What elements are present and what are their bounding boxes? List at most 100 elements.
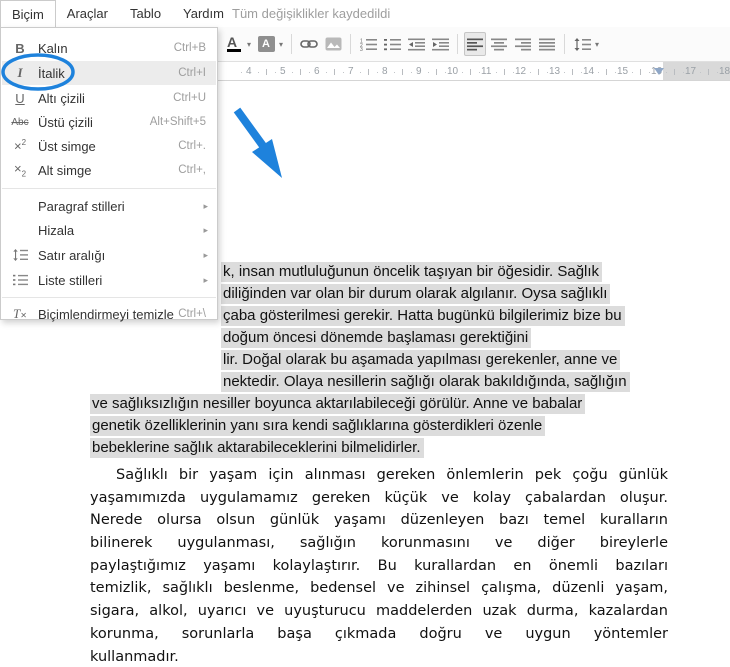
ruler-tick	[563, 72, 565, 73]
ruler-tick	[682, 72, 684, 73]
menu-item-italic[interactable]: I İtalik Ctrl+I	[2, 61, 216, 85]
ruler-tick	[665, 72, 667, 73]
subscript-icon: ×2	[13, 161, 27, 179]
clear-formatting-icon: T✕	[13, 306, 27, 321]
menu-item-strikethrough[interactable]: Abc Üstü çizili Alt+Shift+5	[2, 110, 216, 134]
menu-item-superscript[interactable]: ×2 Üst simge Ctrl+.	[2, 134, 216, 158]
line-spacing-icon	[574, 37, 591, 51]
ruler-tick	[674, 69, 675, 75]
menu-item-paragraph-styles[interactable]: Paragraf stilleri ▸	[2, 194, 216, 218]
ruler-tick	[708, 69, 709, 75]
ruler-tick	[495, 72, 497, 73]
ruler-tick	[504, 69, 505, 75]
doc-line: diliğinden var olan bir durum olarak alg…	[221, 284, 611, 304]
submenu-arrow-icon: ▸	[203, 274, 208, 285]
ruler-number: 8	[382, 66, 388, 77]
ruler-tick	[359, 72, 361, 73]
image-icon	[325, 37, 342, 51]
align-left-button[interactable]	[464, 32, 487, 56]
ruler-tick	[580, 72, 582, 73]
text-color-button[interactable]: A	[223, 32, 245, 56]
menu-item-clear-formatting[interactable]: T✕ Biçimlendirmeyi temizle Ctrl+\	[2, 302, 216, 326]
bulleted-list-button[interactable]	[381, 32, 403, 56]
ruler-number: 10	[447, 66, 459, 77]
ruler-tick	[597, 72, 599, 73]
ruler-number: 13	[549, 66, 561, 77]
ruler-tick	[257, 72, 259, 73]
ruler-tick	[648, 72, 650, 73]
decrease-indent-icon	[407, 38, 425, 50]
ruler-tick	[631, 72, 633, 73]
align-right-button[interactable]	[512, 32, 534, 56]
ruler-number: 7	[348, 66, 354, 77]
ruler-tick	[376, 72, 378, 73]
doc-line: sigara, alkol, uyarıcı ve uyuşturucu mad…	[90, 603, 668, 619]
ruler-tick	[606, 69, 607, 75]
ruler-margin-marker[interactable]	[654, 68, 664, 75]
menu-item-line-spacing[interactable]: Satır aralığı ▸	[2, 243, 216, 267]
text-color-dropdown-icon[interactable]: ▾	[247, 40, 251, 49]
ruler-tick	[266, 69, 267, 75]
insert-image-button[interactable]	[322, 32, 344, 56]
save-status: Tüm değişiklikler kaydedildi	[232, 6, 391, 21]
menu-item-align[interactable]: Hizala ▸	[2, 218, 216, 242]
line-spacing-button[interactable]	[571, 32, 593, 56]
numbered-list-icon: 1 2 3	[360, 38, 377, 51]
submenu-arrow-icon: ▸	[203, 200, 208, 211]
italic-icon: I	[17, 65, 23, 80]
doc-line: yaşamımızda uygulamamız gereken küçük ve…	[90, 490, 668, 506]
ruler-tick	[393, 72, 395, 73]
align-center-button[interactable]	[488, 32, 510, 56]
menu-item-bold[interactable]: B Kalın Ctrl+B	[2, 36, 216, 60]
insert-link-button[interactable]	[298, 32, 320, 56]
menu-item-list-styles[interactable]: Liste stilleri ▸	[2, 268, 216, 292]
strikethrough-icon: Abc	[11, 116, 29, 128]
line-spacing-dropdown-icon[interactable]: ▾	[595, 40, 599, 49]
ruler-tick	[334, 69, 335, 75]
ruler-tick	[640, 69, 641, 75]
ruler-number: 11	[481, 66, 492, 77]
ruler-tick	[291, 72, 293, 73]
ruler-number: 14	[583, 66, 595, 77]
highlight-color-dropdown-icon[interactable]: ▾	[279, 40, 283, 49]
doc-line: Sağlıklı bir yaşam için alınması gereken…	[116, 467, 668, 483]
menu-item-subscript[interactable]: ×2 Alt simge Ctrl+,	[2, 158, 216, 182]
doc-line: korunma, sorunlarla başa çıkmada doğru v…	[90, 626, 668, 642]
menu-yardim[interactable]: Yardım	[172, 0, 235, 27]
ruler-number: 17	[685, 66, 697, 77]
menu-item-underline[interactable]: U Altı çizili Ctrl+U	[2, 86, 216, 110]
ruler-tick	[325, 72, 327, 73]
ruler-number: 18	[719, 66, 730, 77]
ruler-tick	[300, 69, 301, 75]
doc-line: k, insan mutluluğunun öncelik taşıyan bi…	[221, 262, 603, 282]
doc-line: doğum öncesi dönemde başlaması gerektiği…	[221, 328, 532, 348]
ruler-tick	[538, 69, 539, 75]
bold-icon: B	[15, 40, 25, 56]
ruler-number: 9	[416, 66, 422, 77]
superscript-icon: ×2	[13, 138, 27, 154]
submenu-arrow-icon: ▸	[203, 224, 208, 235]
doc-line: genetik özelliklerinin yanı sıra kendi s…	[90, 416, 546, 436]
ruler-tick	[410, 72, 412, 73]
doc-line: Nerede olursa olsun günlük yaşamı düzenl…	[90, 512, 668, 528]
ruler-number: 6	[314, 66, 320, 77]
doc-line: kullanmadır.	[90, 649, 179, 665]
ruler-tick	[342, 72, 344, 73]
bulleted-list-icon	[383, 38, 401, 50]
ruler-tick	[470, 69, 471, 75]
align-left-icon	[467, 38, 484, 50]
ruler-tick	[436, 69, 437, 75]
align-justify-button[interactable]	[536, 32, 558, 56]
decrease-indent-button[interactable]	[405, 32, 427, 56]
numbered-list-button[interactable]: 1 2 3	[357, 32, 379, 56]
underline-icon: U	[15, 90, 25, 106]
doc-line: ve sağlıksızlığın nesiller boyunca aktar…	[90, 394, 586, 414]
increase-indent-button[interactable]	[429, 32, 451, 56]
menu-tablo[interactable]: Tablo	[119, 0, 172, 27]
highlight-color-button[interactable]: A	[255, 32, 277, 56]
ruler-tick	[512, 72, 514, 73]
align-right-icon	[515, 38, 532, 50]
menu-bicim[interactable]: Biçim	[0, 0, 56, 28]
menu-araclar[interactable]: Araçlar	[56, 0, 119, 27]
link-icon	[300, 40, 318, 48]
